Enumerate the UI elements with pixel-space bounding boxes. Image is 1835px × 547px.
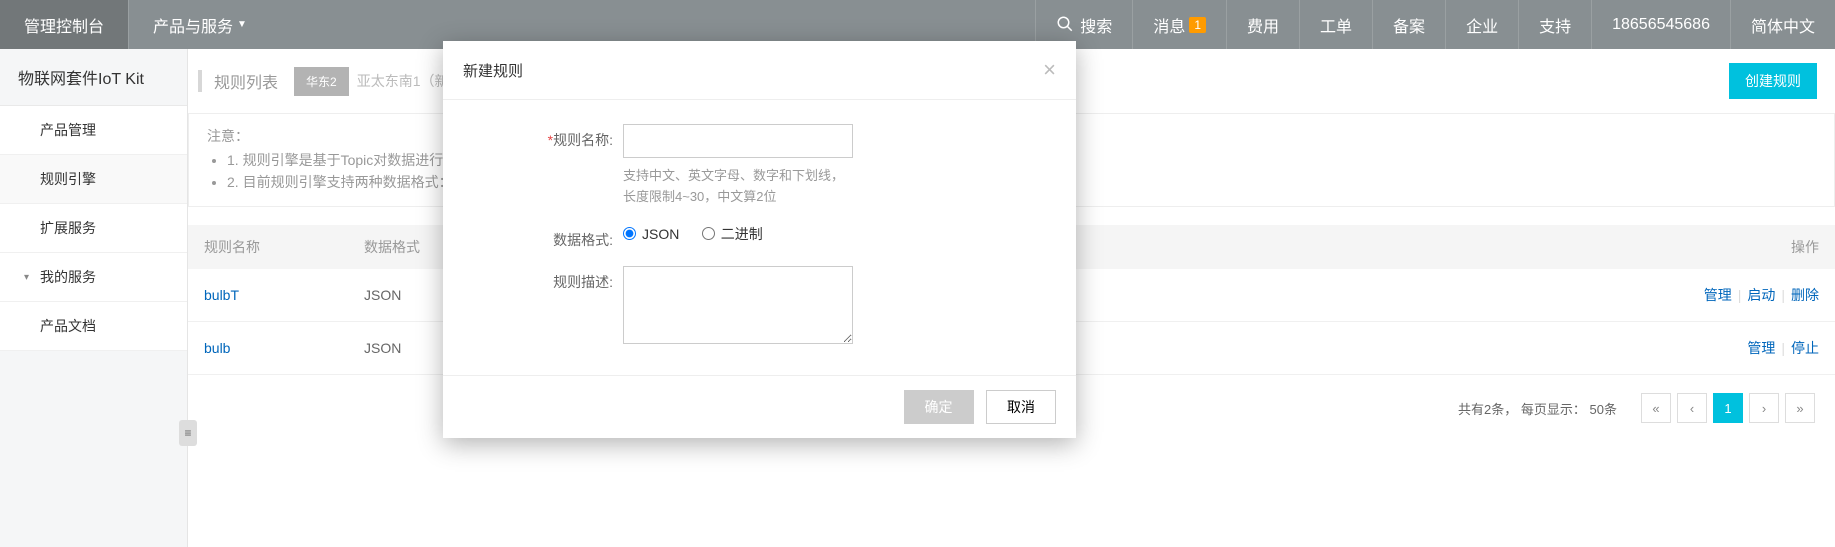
pager-row: 共有2条， 每页显示： 50条 « ‹ 1 › » <box>188 375 1835 441</box>
topbar: 管理控制台 产品与服务 ▼ 搜索 消息 1 费用 工单 备案 企业 支持 186… <box>0 0 1835 49</box>
rules-table: 规则名称 数据格式 操作 bulbT JSON 管理 | 启动 | 删除 bulb JS… <box>188 225 1835 375</box>
topbar-left: 管理控制台 产品与服务 ▼ <box>0 0 271 49</box>
page-head: 规则列表 华东2 亚太东南1（新加 创建规则 <box>188 49 1835 113</box>
rule-format: JSON <box>348 322 1635 375</box>
messages-label: 消息 <box>1153 13 1185 37</box>
support-link[interactable]: 支持 <box>1518 0 1591 49</box>
pager-first[interactable]: « <box>1641 393 1671 423</box>
pager-current[interactable]: 1 <box>1713 393 1743 423</box>
rule-name-link[interactable]: bulb <box>204 340 230 356</box>
sidebar-item-label: 规则引擎 <box>40 169 96 189</box>
title-bar <box>198 70 202 92</box>
messages-badge: 1 <box>1189 17 1206 33</box>
chevron-down-icon: ▼ <box>237 19 247 30</box>
pager: « ‹ 1 › » <box>1641 393 1815 423</box>
row-actions: 管理 | 启动 | 删除 <box>1635 269 1835 322</box>
region-inactive[interactable]: 亚太东南1（新加 <box>357 71 463 91</box>
console-link[interactable]: 管理控制台 <box>0 0 128 49</box>
pager-total: 共有2条， <box>1458 402 1517 417</box>
products-label: 产品与服务 <box>153 13 233 37</box>
beian-link[interactable]: 备案 <box>1372 0 1445 49</box>
sidebar-item-label: 扩展服务 <box>40 218 96 238</box>
table-row: bulb JSON 管理 | 停止 <box>188 322 1835 375</box>
table-header-row: 规则名称 数据格式 操作 <box>188 225 1835 269</box>
sidebar-item-docs[interactable]: 产品文档 <box>0 302 187 351</box>
enterprise-link[interactable]: 企业 <box>1445 0 1518 49</box>
tickets-link[interactable]: 工单 <box>1299 0 1372 49</box>
account-phone[interactable]: 18656545686 <box>1591 0 1730 49</box>
sidebar-item-label: 我的服务 <box>40 267 96 287</box>
pager-info: 共有2条， 每页显示： 50条 <box>1458 399 1617 418</box>
language-switch[interactable]: 简体中文 <box>1730 0 1835 49</box>
sidebar-item-products[interactable]: 产品管理 <box>0 106 187 155</box>
sep: | <box>1781 340 1785 356</box>
pager-perpage-value[interactable]: 50条 <box>1590 402 1617 417</box>
chevron-down-icon: ▾ <box>24 272 34 283</box>
search-label: 搜索 <box>1080 13 1112 37</box>
notice-item: 2. 目前规则引擎支持两种数据格式： <box>227 172 1816 192</box>
app-body: 物联网套件IoT Kit 产品管理 规则引擎 扩展服务 ▾ 我的服务 产品文档 … <box>0 49 1835 547</box>
notice-item: 1. 规则引擎是基于Topic对数据进行处 <box>227 150 1816 170</box>
topbar-right: 搜索 消息 1 费用 工单 备案 企业 支持 18656545686 简体中文 <box>1035 0 1835 49</box>
notice-title: 注意： <box>207 128 249 144</box>
pager-prev[interactable]: ‹ <box>1677 393 1707 423</box>
action-manage[interactable]: 管理 <box>1747 340 1775 356</box>
notice-list: 1. 规则引擎是基于Topic对数据进行处 2. 目前规则引擎支持两种数据格式： <box>207 150 1816 192</box>
col-action: 操作 <box>1635 225 1835 269</box>
row-actions: 管理 | 停止 <box>1635 322 1835 375</box>
col-name: 规则名称 <box>188 225 348 269</box>
create-rule-button[interactable]: 创建规则 <box>1729 63 1817 99</box>
sidebar-item-extensions[interactable]: 扩展服务 <box>0 204 187 253</box>
sep: | <box>1781 287 1785 303</box>
table-row: bulbT JSON 管理 | 启动 | 删除 <box>188 269 1835 322</box>
col-format: 数据格式 <box>348 225 1635 269</box>
rule-format: JSON <box>348 269 1635 322</box>
action-manage[interactable]: 管理 <box>1704 287 1732 303</box>
sidebar: 物联网套件IoT Kit 产品管理 规则引擎 扩展服务 ▾ 我的服务 产品文档 <box>0 49 188 547</box>
page-title: 规则列表 <box>214 69 278 93</box>
pager-perpage-label: 每页显示： <box>1521 402 1586 417</box>
products-dropdown[interactable]: 产品与服务 ▼ <box>128 0 271 49</box>
search-icon <box>1056 15 1080 35</box>
content: 规则列表 华东2 亚太东南1（新加 创建规则 注意： 1. 规则引擎是基于Top… <box>188 49 1835 547</box>
rule-name-link[interactable]: bulbT <box>204 287 239 303</box>
sidebar-item-rules[interactable]: 规则引擎 <box>0 155 187 204</box>
action-stop[interactable]: 停止 <box>1791 340 1819 356</box>
region-active[interactable]: 华东2 <box>294 67 349 96</box>
notice-box: 注意： 1. 规则引擎是基于Topic对数据进行处 2. 目前规则引擎支持两种数… <box>188 113 1835 207</box>
sep: | <box>1738 287 1742 303</box>
sidebar-title: 物联网套件IoT Kit <box>0 49 187 106</box>
billing-link[interactable]: 费用 <box>1226 0 1299 49</box>
sidebar-item-label: 产品文档 <box>40 316 96 336</box>
search-button[interactable]: 搜索 <box>1035 0 1132 49</box>
action-start[interactable]: 启动 <box>1747 287 1775 303</box>
pager-last[interactable]: » <box>1785 393 1815 423</box>
sidebar-item-myservices[interactable]: ▾ 我的服务 <box>0 253 187 302</box>
pager-next[interactable]: › <box>1749 393 1779 423</box>
messages-link[interactable]: 消息 1 <box>1132 0 1226 49</box>
action-delete[interactable]: 删除 <box>1791 287 1819 303</box>
sidebar-item-label: 产品管理 <box>40 120 96 140</box>
sidebar-toggle[interactable]: ≡ <box>179 420 197 446</box>
